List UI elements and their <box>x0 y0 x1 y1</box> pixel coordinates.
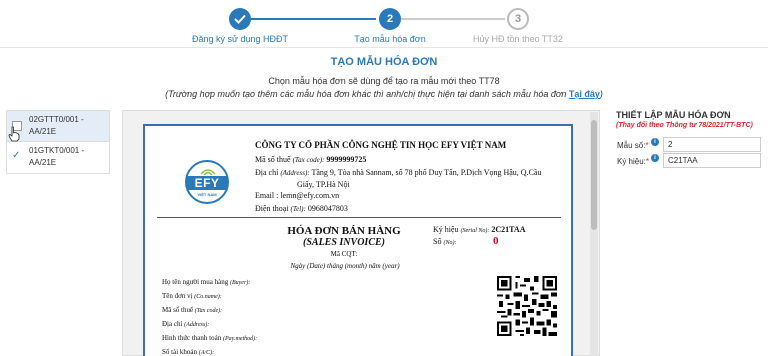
info-icon[interactable]: i <box>651 154 659 162</box>
phone-line: Điện thoại (Tel): 0968047803 <box>255 203 348 215</box>
info-icon[interactable]: i <box>651 138 659 146</box>
mau-so-label: Mẫu số:* <box>617 141 649 150</box>
template-item[interactable]: ✓ 01GTKT0/001 - AA/21E <box>7 142 109 173</box>
logo-text: EFY <box>187 176 227 190</box>
tax-label: Mã số thuế <box>255 155 291 164</box>
invoice-title-en: (SALES INVOICE) <box>303 237 385 248</box>
page-subtitle: Chọn mẫu hóa đơn sẽ dùng để tạo ra mẫu m… <box>268 76 500 86</box>
stepper: Đăng ký sử dụng HĐĐT 2 Tạo mẫu hóa đơn 3… <box>0 0 768 48</box>
page-note: (Trường hợp muốn tạo thêm các mẫu hóa đơ… <box>0 89 768 99</box>
email-label: Email : <box>255 191 279 200</box>
tax-code: 9999999725 <box>326 155 367 164</box>
step-cancel-invoices[interactable]: 3 Hủy HĐ tồn theo TT32 <box>418 8 618 44</box>
settings-title: THIẾT LẬP MẪU HÓA ĐƠN <box>616 110 731 120</box>
template-code: 01GTKT0/001 - <box>29 146 85 155</box>
required-mark: * <box>645 157 650 166</box>
logo-subtext: VIỆT NAM <box>197 192 217 197</box>
serial-label: Ký hiệu <box>433 225 459 234</box>
mau-so-input[interactable]: 2 <box>663 137 761 152</box>
invoice-number-line: Số (No): <box>433 237 456 246</box>
invoice-number: 0 <box>493 235 499 247</box>
invoice-paper: EFY VIỆT NAM CÔNG TY CỔ PHẦN CÔNG NGHỆ T… <box>143 124 573 356</box>
here-link[interactable]: Tại đây <box>569 89 600 99</box>
phone-label-en: (Tel): <box>290 205 306 213</box>
scrollbar-thumb[interactable] <box>591 120 597 230</box>
address-label: Địa chỉ <box>255 168 279 177</box>
template-item[interactable]: 02GTTT0/001 - AA/21E <box>7 111 109 142</box>
no-label-en: (No): <box>443 240 457 246</box>
email-line: Email : lemn@efy.com.vn <box>255 190 339 201</box>
tax-code-line: Mã số thuế (Tax code): 9999999725 <box>255 154 366 166</box>
phone-label: Điện thoại <box>255 204 289 213</box>
hand-cursor-icon <box>8 126 20 142</box>
step-number: 3 <box>507 8 529 30</box>
buyer-field: Hình thức thanh toán (Pay.method): <box>162 334 258 342</box>
divider <box>157 217 561 218</box>
address-text: Tầng 9, Tòa nhà Sannam, số 78 phố Duy Tâ… <box>311 168 542 177</box>
serial-line: Ký hiệu (Serial No): 2C21TAA <box>433 225 525 234</box>
page-title: TẠO MẪU HÓA ĐƠN <box>330 56 438 68</box>
preview-scrollbar[interactable] <box>590 112 598 356</box>
step-number: 2 <box>379 8 401 30</box>
serial-label-en: (Serial No): <box>460 228 490 234</box>
template-code: 02GTTT0/001 - <box>29 115 84 124</box>
ky-hieu-input[interactable]: C21TAA <box>663 153 761 168</box>
buyer-field: Tên đơn vị (Co.name): <box>162 292 222 300</box>
invoice-title: HÓA ĐƠN BÁN HÀNG <box>287 225 401 237</box>
buyer-field: Số tài khoản (A/C): <box>162 348 215 356</box>
buyer-field: Địa chỉ (Address): <box>162 320 210 328</box>
required-mark: * <box>645 141 649 150</box>
step-label: Hủy HĐ tồn theo TT32 <box>473 34 563 44</box>
wifi-icon <box>200 169 216 176</box>
check-icon <box>229 8 251 30</box>
page-note-text: (Trường hợp muốn tạo thêm các mẫu hóa đơ… <box>165 89 567 99</box>
address-line: Địa chỉ (Address): Tầng 9, Tòa nhà Sanna… <box>255 167 555 190</box>
buyer-field: Mã số thuế (Tax code): <box>162 306 223 314</box>
check-icon: ✓ <box>12 150 21 161</box>
address-label-en: (Address): <box>280 169 310 177</box>
serial-value: 2C21TAA <box>491 225 526 234</box>
efy-logo: EFY VIỆT NAM <box>185 160 229 204</box>
no-label: Số <box>433 237 442 246</box>
buyer-field: Họ tên người mua hàng (Buyer): <box>162 278 251 286</box>
email: lemn@efy.com.vn <box>280 191 340 200</box>
tax-label-en: (Tax code): <box>292 156 325 164</box>
phone: 0968047803 <box>307 204 348 213</box>
template-list: 02GTTT0/001 - AA/21E ✓ 01GTKT0/001 - AA/… <box>6 110 110 174</box>
template-serial: AA/21E <box>29 158 57 167</box>
qr-code-icon <box>497 276 557 336</box>
template-serial: AA/21E <box>29 127 57 136</box>
ky-hieu-label: Ký hiệu:* <box>617 157 650 166</box>
settings-note: (Thay đổi theo Thông tư 78/2021/TT-BTC) <box>616 122 753 129</box>
cqt-code: Mã CQT: <box>330 250 358 258</box>
company-name: CÔNG TY CỔ PHẦN CÔNG NGHỆ TIN HỌC EFY VI… <box>255 140 507 150</box>
invoice-date: Ngày (Date) tháng (month) năm (year) <box>290 262 400 270</box>
page-note-end: ) <box>599 89 603 99</box>
address-text-2: Giấy, TP.Hà Nội <box>297 180 350 189</box>
